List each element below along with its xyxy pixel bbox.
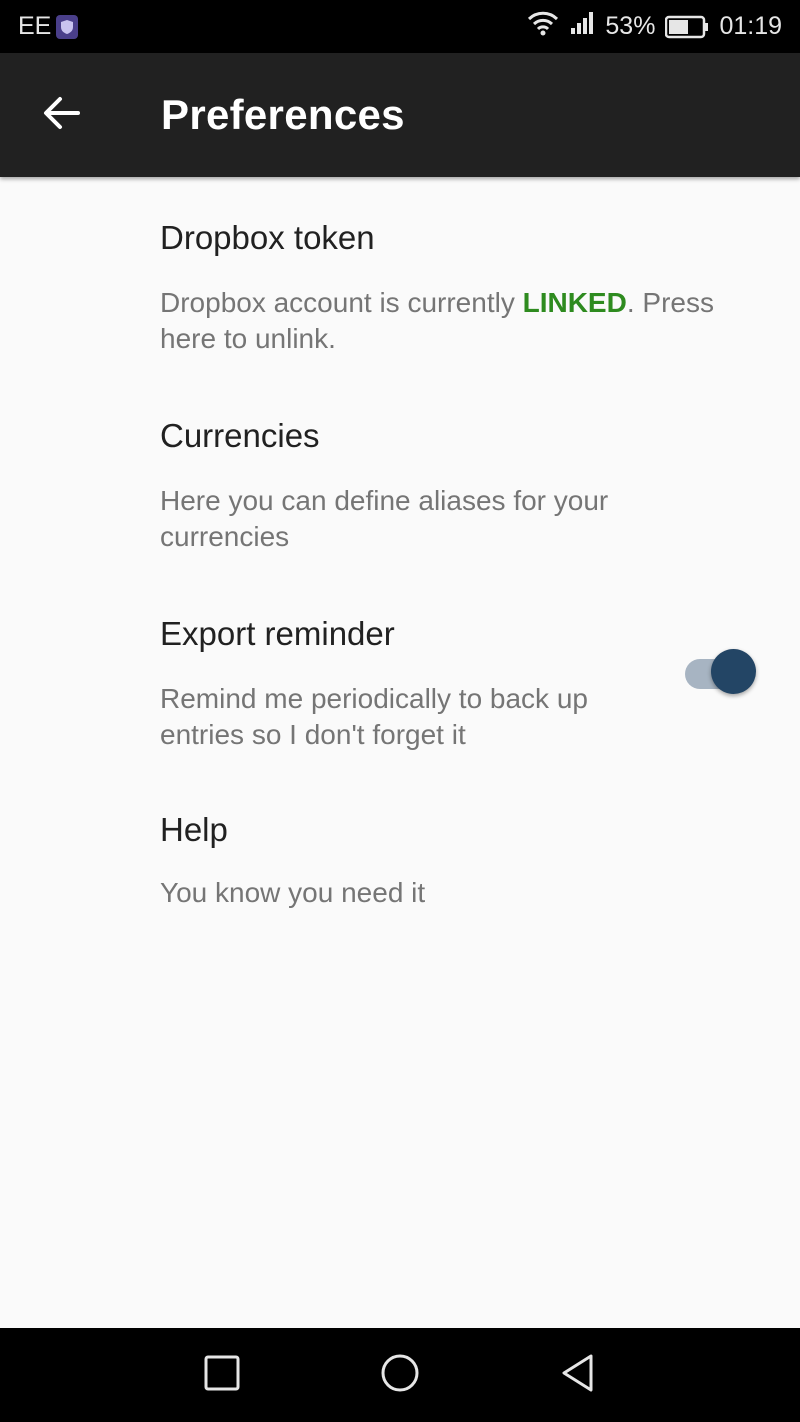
app-bar: Preferences [0,53,800,177]
signal-icon [569,10,595,43]
pref-item-dropbox-token[interactable]: Dropbox token Dropbox account is current… [0,197,800,377]
pref-item-currencies[interactable]: Currencies Here you can define aliases f… [0,395,800,575]
battery-icon [665,15,709,39]
pref-summary: Dropbox account is currently LINKED. Pre… [160,285,770,357]
home-circle-icon [380,1353,420,1398]
clock: 01:19 [719,12,782,40]
system-nav-bar [0,1328,800,1422]
page-title: Preferences [161,91,405,138]
toggle-thumb [711,649,756,694]
pref-title: Dropbox token [160,219,375,256]
recents-button[interactable] [197,1350,247,1400]
home-button[interactable] [375,1350,425,1400]
pref-summary: You know you need it [160,877,426,908]
pref-title: Currencies [160,417,320,454]
pref-summary: Remind me periodically to back up entrie… [160,683,588,750]
recents-square-icon [204,1355,240,1396]
status-bar: EE 53% 01:19 [0,0,800,53]
status-left: EE [18,12,79,41]
pref-title: Help [160,811,228,848]
pref-title: Export reminder [160,615,395,652]
status-right: 53% 01:19 [517,10,782,43]
wifi-icon [527,10,559,43]
back-button[interactable] [32,85,92,145]
linked-status: LINKED [522,287,627,318]
carrier-label: EE [18,12,52,40]
back-triangle-icon [558,1353,598,1398]
shield-icon [56,14,79,39]
nav-back-button[interactable] [553,1350,603,1400]
arrow-left-icon [42,95,82,136]
export-reminder-toggle[interactable] [685,649,760,699]
pref-summary-text: Dropbox account is currently [160,287,523,318]
pref-summary: Here you can define aliases for your cur… [160,485,609,552]
pref-item-export-reminder[interactable]: Export reminder Remind me periodically t… [0,593,800,773]
pref-item-help[interactable]: Help You know you need it [0,791,800,931]
battery-percent: 53% [605,12,656,40]
